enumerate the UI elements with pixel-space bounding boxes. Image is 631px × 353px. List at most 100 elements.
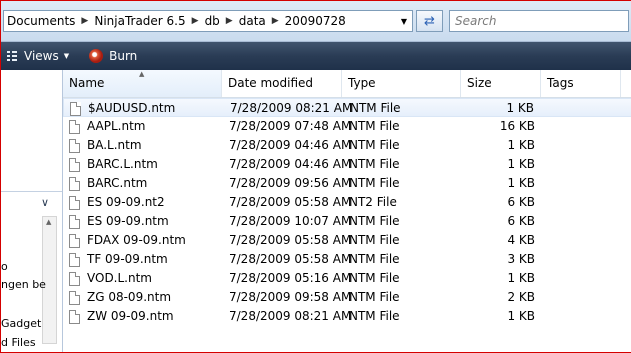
file-name: VOD.L.ntm: [87, 271, 152, 285]
file-size: 1 KB: [506, 101, 534, 115]
column-header-type[interactable]: Type: [342, 70, 461, 97]
file-date: 7/28/2009 10:07 AM: [229, 214, 352, 228]
nav-item-partial[interactable]: o: [1, 260, 8, 273]
file-icon: [69, 195, 80, 210]
file-date: 7/28/2009 07:48 AM: [229, 119, 352, 133]
file-date: 7/28/2009 08:21 AM: [230, 101, 353, 115]
file-type: NTM File: [350, 101, 401, 115]
breadcrumb-separator-icon[interactable]: ▶: [189, 16, 202, 26]
file-type: NTM File: [349, 252, 400, 266]
file-date: 7/28/2009 05:16 AM: [229, 271, 352, 285]
file-type: NTM File: [349, 309, 400, 323]
file-icon: [69, 271, 80, 286]
breadcrumb-ninjatrader[interactable]: NinjaTrader 6.5: [91, 14, 188, 28]
file-row[interactable]: ES 09-09.ntm 7/28/2009 10:07 AM NTM File 6 …: [63, 212, 631, 231]
breadcrumb-separator-icon[interactable]: ▶: [78, 16, 91, 26]
file-size: 4 KB: [507, 233, 535, 247]
file-icon: [69, 252, 80, 267]
column-header-tags[interactable]: Tags: [541, 70, 621, 97]
column-header-tags-label: Tags: [547, 76, 574, 90]
breadcrumb-separator-icon[interactable]: ▶: [223, 16, 236, 26]
file-name-cell: BARC.ntm: [69, 174, 219, 193]
file-icon: [69, 157, 80, 172]
file-rows: $AUDUSD.ntm 7/28/2009 08:21 AM NTM File 1 K…: [63, 98, 631, 326]
file-icon: [69, 176, 80, 191]
file-size: 1 KB: [507, 157, 535, 171]
file-row[interactable]: BA.L.ntm 7/28/2009 04:46 AM NTM File 1 KB: [63, 136, 631, 155]
file-date: 7/28/2009 04:46 AM: [229, 157, 352, 171]
scroll-up-icon[interactable]: ▲: [46, 218, 51, 226]
file-type: NTM File: [349, 290, 400, 304]
file-date: 7/28/2009 08:21 AM: [229, 309, 352, 323]
file-date: 7/28/2009 05:58 AM: [229, 195, 352, 209]
nav-item-partial[interactable]: Gadget: [1, 317, 41, 330]
file-name: BARC.L.ntm: [87, 157, 158, 171]
file-row[interactable]: BARC.L.ntm 7/28/2009 04:46 AM NTM File 1 KB: [63, 155, 631, 174]
file-name-cell: ZW 09-09.ntm: [69, 307, 219, 326]
file-size: 3 KB: [507, 252, 535, 266]
file-name-cell: AAPL.ntm: [69, 117, 219, 136]
breadcrumb-separator-icon[interactable]: ▶: [269, 16, 282, 26]
file-icon: [69, 309, 80, 324]
nav-item-partial[interactable]: ngen be: [1, 278, 46, 291]
address-bar[interactable]: Documents ▶ NinjaTrader 6.5 ▶ db ▶ data …: [3, 10, 413, 32]
file-icon: [69, 290, 80, 305]
file-row[interactable]: FDAX 09-09.ntm 7/28/2009 05:58 AM NTM File…: [63, 231, 631, 250]
file-row[interactable]: ZG 08-09.ntm 7/28/2009 09:58 AM NTM File 2 …: [63, 288, 631, 307]
search-placeholder: Search: [455, 14, 497, 28]
file-size: 16 KB: [499, 119, 535, 133]
refresh-button[interactable]: ⇄: [416, 10, 443, 32]
file-row[interactable]: ES 09-09.nt2 7/28/2009 05:58 AM NT2 File 6 …: [63, 193, 631, 212]
burn-button[interactable]: Burn: [83, 42, 143, 70]
file-row[interactable]: VOD.L.ntm 7/28/2009 05:16 AM NTM File 1 KB: [63, 269, 631, 288]
file-name-cell: TF 09-09.ntm: [69, 250, 219, 269]
file-type: NTM File: [349, 119, 400, 133]
column-header-size-label: Size: [467, 76, 492, 90]
views-button[interactable]: Views ▼: [1, 42, 75, 70]
nav-item-partial[interactable]: d Files: [1, 336, 36, 349]
address-dropdown-icon[interactable]: ▼: [396, 11, 412, 31]
file-size: 1 KB: [507, 271, 535, 285]
file-name-cell: ES 09-09.ntm: [69, 212, 219, 231]
address-bar-area: Documents ▶ NinjaTrader 6.5 ▶ db ▶ data …: [1, 1, 631, 42]
file-name-cell: FDAX 09-09.ntm: [69, 231, 219, 250]
column-header-row: ▲ Name Date modified Type Size Tags: [63, 70, 631, 98]
column-header-type-label: Type: [348, 76, 376, 90]
column-header-name-label: Name: [69, 76, 105, 90]
search-input[interactable]: Search: [449, 10, 629, 32]
file-row[interactable]: BARC.ntm 7/28/2009 09:56 AM NTM File 1 KB: [63, 174, 631, 193]
file-row[interactable]: TF 09-09.ntm 7/28/2009 05:58 AM NTM File 3 …: [63, 250, 631, 269]
file-size: 2 KB: [507, 290, 535, 304]
file-name-cell: $AUDUSD.ntm: [70, 99, 220, 118]
file-name: BA.L.ntm: [87, 138, 142, 152]
views-label: Views: [24, 49, 59, 63]
file-list: ▲ Name Date modified Type Size Tags $AUD…: [63, 70, 631, 352]
file-date: 7/28/2009 09:58 AM: [229, 290, 352, 304]
file-row[interactable]: AAPL.ntm 7/28/2009 07:48 AM NTM File 16 KB: [63, 117, 631, 136]
folders-expand-icon[interactable]: ∨: [41, 196, 49, 209]
file-icon: [69, 138, 80, 153]
file-name: BARC.ntm: [87, 176, 148, 190]
file-size: 1 KB: [507, 138, 535, 152]
file-name-cell: ES 09-09.nt2: [69, 193, 219, 212]
breadcrumb-data[interactable]: data: [236, 14, 269, 28]
column-header-date[interactable]: Date modified: [222, 70, 342, 97]
file-row[interactable]: ZW 09-09.ntm 7/28/2009 08:21 AM NTM File 1 …: [63, 307, 631, 326]
file-size: 1 KB: [507, 309, 535, 323]
file-type: NTM File: [349, 138, 400, 152]
file-name: ES 09-09.ntm: [87, 214, 169, 228]
column-header-name[interactable]: ▲ Name: [63, 70, 222, 97]
file-date: 7/28/2009 09:56 AM: [229, 176, 352, 190]
file-type: NTM File: [349, 176, 400, 190]
file-row[interactable]: $AUDUSD.ntm 7/28/2009 08:21 AM NTM File 1 K…: [63, 98, 631, 117]
file-name: AAPL.ntm: [87, 119, 146, 133]
file-size: 6 KB: [507, 195, 535, 209]
breadcrumb-20090728[interactable]: 20090728: [282, 14, 349, 28]
breadcrumb-db[interactable]: db: [202, 14, 223, 28]
file-name-cell: ZG 08-09.ntm: [69, 288, 219, 307]
column-header-size[interactable]: Size: [461, 70, 541, 97]
views-icon: [7, 51, 17, 61]
file-icon: [69, 233, 80, 248]
file-type: NTM File: [349, 271, 400, 285]
breadcrumb-documents[interactable]: Documents: [4, 14, 78, 28]
